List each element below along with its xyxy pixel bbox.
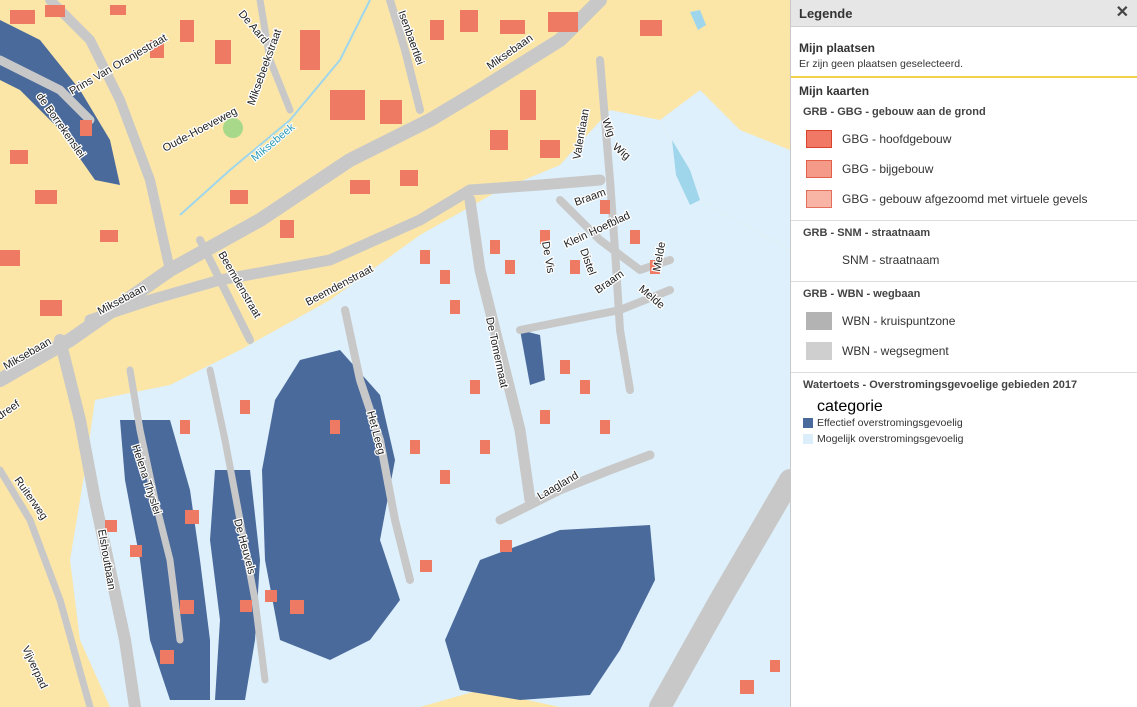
swatch-kruispuntzone [806,312,832,330]
legend-item-bijgebouw: GBG - bijgebouw [791,154,1137,184]
my-places-title: Mijn plaatsen [799,41,876,55]
item-label: Effectief overstromingsgevoelig [817,417,963,429]
swatch-mogelijk [803,434,813,444]
legend-body: Mijn plaatsen Er zijn geen plaatsen gese… [791,27,1137,453]
category-label: categorie [817,398,883,415]
legend-item-hoofdgebouw: GBG - hoofdgebouw [791,124,1137,154]
item-label: WBN - wegsegment [842,344,949,358]
layer-watertoets: Watertoets - Overstromingsgevoelige gebi… [791,373,1137,453]
layer-wbn: GRB - WBN - wegbaan WBN - kruispuntzone … [791,282,1137,373]
map-view[interactable]: Prins Van Oranjestraat De Aard Isenbaert… [0,0,790,707]
item-label: SNM - straatnaam [842,253,940,267]
layer-snm: GRB - SNM - straatnaam SNM - straatnaam [791,221,1137,282]
swatch-straatnaam [806,251,832,269]
legend-item-wegsegment: WBN - wegsegment [791,336,1137,366]
swatch-bijgebouw [806,160,832,178]
effective-flood-area-main [262,350,400,660]
legend-title: Legende [799,5,853,21]
item-label: Mogelijk overstromingsgevoelig [817,433,964,445]
layer-gbg: GRB - GBG - gebouw aan de grond GBG - ho… [791,100,1137,221]
item-label: GBG - hoofdgebouw [842,132,952,146]
item-label: WBN - kruispuntzone [842,314,956,328]
item-label: GBG - bijgebouw [842,162,934,176]
layer-title: GRB - SNM - straatnaam [803,227,931,239]
item-label: GBG - gebouw afgezoomd met virtuele geve… [842,192,1088,206]
legend-item-effectief: Effectief overstromingsgevoelig [791,415,1137,431]
legend-item-mogelijk: Mogelijk overstromingsgevoelig [791,431,1137,447]
legend-item-straatnaam: SNM - straatnaam [791,245,1137,275]
my-places-empty-message: Er zijn geen plaatsen geselecteerd. [791,55,1137,78]
close-icon[interactable]: ✕ [1116,5,1129,21]
layer-title: GRB - WBN - wegbaan [803,288,921,300]
swatch-wegsegment [806,342,832,360]
legend-header: Legende ✕ [791,0,1137,27]
legend-item-afgezoomd: GBG - gebouw afgezoomd met virtuele geve… [791,184,1137,214]
layer-title: Watertoets - Overstromingsgevoelige gebi… [803,379,1078,391]
legend-item-kruispuntzone: WBN - kruispuntzone [791,306,1137,336]
swatch-afgezoomd [806,190,832,208]
my-maps-title: Mijn kaarten [799,84,870,98]
map-canvas[interactable]: Prins Van Oranjestraat De Aard Isenbaert… [0,0,790,707]
legend-panel: Legende ✕ Mijn plaatsen Er zijn geen pla… [790,0,1137,707]
layer-title: GRB - GBG - gebouw aan de grond [803,106,986,118]
swatch-hoofdgebouw [806,130,832,148]
swatch-effectief [803,418,813,428]
